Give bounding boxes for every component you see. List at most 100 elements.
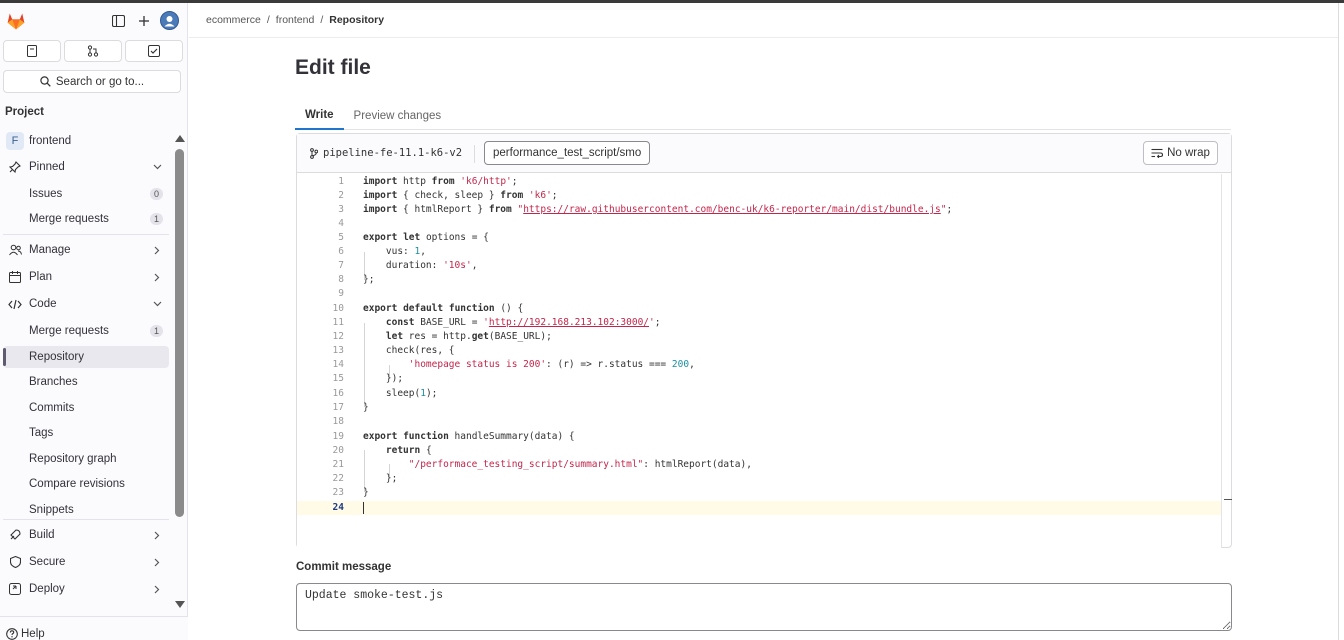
line-number: 8 <box>338 274 344 285</box>
code-line: 4 <box>297 217 1221 231</box>
line-number: 12 <box>332 331 344 342</box>
code-text: import http from 'k6/http'; <box>363 176 518 187</box>
pinned-section-toggle[interactable]: Pinned <box>3 156 169 178</box>
code-text: return { <box>385 445 432 456</box>
sidebar-item-compare-revisions[interactable]: Compare revisions <box>3 473 169 495</box>
project-avatar: F <box>6 132 24 150</box>
soft-wrap-toggle-button[interactable]: No wrap <box>1143 141 1218 165</box>
code-line: 23} <box>297 486 1221 500</box>
line-number: 2 <box>338 190 344 201</box>
sidebar-item-label: Repository graph <box>29 453 117 465</box>
code-text: "/performace_testing_script/summary.html… <box>408 459 752 470</box>
sidebar-item-repository[interactable]: Repository <box>3 346 169 368</box>
breadcrumb-separator: / <box>320 14 324 26</box>
code-line: 15 }); <box>297 372 1221 386</box>
breadcrumb-group[interactable]: ecommerce <box>206 14 261 26</box>
help-button[interactable]: Help <box>6 628 45 640</box>
code-text: }; <box>363 473 398 484</box>
breadcrumb-current[interactable]: Repository <box>329 14 384 26</box>
sidebar-scrollbar[interactable] <box>174 133 185 613</box>
code-text: vus: 1, <box>363 246 426 257</box>
merge-requests-icon[interactable] <box>64 40 122 62</box>
branch-indicator: pipeline-fe-11.1-k6-v2 <box>310 147 462 159</box>
code-line: 3 import { htmlReport } from "https://raw… <box>297 203 1221 217</box>
wrap-icon <box>1151 148 1164 158</box>
sidebar-item-snippets[interactable]: Snippets <box>3 499 169 521</box>
sidebar-item-deploy[interactable]: Deploy <box>3 578 169 600</box>
user-avatar[interactable] <box>160 11 179 30</box>
scroll-position-marker <box>1224 499 1232 500</box>
create-new-icon[interactable] <box>134 12 154 30</box>
sidebar-quick-tabs <box>3 40 183 62</box>
page-right-edge <box>1338 3 1344 640</box>
sidebar-item-label: Build <box>29 529 55 541</box>
sidebar-item-label: Deploy <box>29 583 65 595</box>
sidebar-item-label: Merge requests <box>29 213 109 225</box>
code-text: export let options = { <box>363 232 489 243</box>
code-line: 22 }; <box>297 472 1221 486</box>
project-link[interactable]: F frontend <box>3 130 169 152</box>
sidebar-item-repository-graph[interactable]: Repository graph <box>3 448 169 470</box>
sidebar-item-label: Code <box>29 298 57 310</box>
chevron-right-icon <box>152 270 162 284</box>
code-text: import { htmlReport } from "https://raw.… <box>363 204 953 215</box>
pinned-label: Pinned <box>29 161 65 173</box>
sidebar-item-tags[interactable]: Tags <box>3 422 169 444</box>
line-number: 16 <box>332 388 344 399</box>
issues-count-badge: 0 <box>150 188 163 200</box>
sidebar-item-plan[interactable]: Plan <box>3 266 169 288</box>
code-text: let res = http.get(BASE_URL); <box>385 331 552 342</box>
sidebar-item-commits[interactable]: Commits <box>3 397 169 419</box>
search-icon <box>40 76 51 87</box>
sidebar-item-branches[interactable]: Branches <box>3 371 169 393</box>
search-button[interactable]: Search or go to... <box>3 70 181 93</box>
code-line: 11 const BASE_URL = 'http://192.168.213.… <box>297 316 1221 330</box>
code-line: 18 <box>297 415 1221 429</box>
sidebar-item-label: Secure <box>29 556 66 568</box>
sidebar-item-secure[interactable]: Secure <box>3 551 169 573</box>
code-line: 9 <box>297 287 1221 301</box>
sidebar-item-code[interactable]: Code <box>3 293 169 315</box>
line-number: 14 <box>332 359 344 370</box>
pin-icon <box>8 160 22 174</box>
sidebar-item-build[interactable]: Build <box>3 524 169 546</box>
sidebar-item-manage[interactable]: Manage <box>3 239 169 261</box>
sidebar-item-label: Branches <box>29 376 78 388</box>
tab-write[interactable]: Write <box>295 102 344 130</box>
calendar-icon <box>8 270 22 284</box>
scroll-up-arrow-icon[interactable] <box>175 135 185 142</box>
page-title: Edit file <box>295 56 371 79</box>
todo-list-icon[interactable] <box>125 40 183 62</box>
sidebar-item-pinned-merge-requests[interactable]: Merge requests 1 <box>3 208 169 230</box>
code-editor[interactable]: 1 import http from 'k6/http'; 2 import { c… <box>297 174 1221 548</box>
file-name-input[interactable] <box>484 141 650 165</box>
toggle-sidebar-icon[interactable] <box>108 12 128 30</box>
sidebar-item-merge-requests[interactable]: Merge requests 1 <box>3 320 169 342</box>
scroll-thumb[interactable] <box>175 149 184 517</box>
breadcrumb-project[interactable]: frontend <box>276 14 315 26</box>
commit-message-label: Commit message <box>296 561 392 573</box>
assigned-issues-icon[interactable] <box>3 40 61 62</box>
code-text: export default function () { <box>363 303 524 314</box>
tab-preview-changes[interactable]: Preview changes <box>344 102 452 130</box>
code-line-current: 24 <box>297 501 1221 515</box>
line-number: 13 <box>332 345 344 356</box>
editor-scrollbar[interactable] <box>1221 174 1232 548</box>
code-line: 20 return { <box>297 444 1221 458</box>
code-line: 1 import http from 'k6/http'; <box>297 175 1221 189</box>
editor-tabs: Write Preview changes <box>295 102 1231 130</box>
chevron-right-icon <box>152 555 162 569</box>
file-editor: pipeline-fe-11.1-k6-v2 No wrap 1 import h… <box>296 133 1232 548</box>
sidebar-item-label: Repository <box>29 351 84 363</box>
code-text: import { check, sleep } from 'k6'; <box>363 190 558 201</box>
sidebar-divider <box>3 519 169 520</box>
users-icon <box>8 243 22 257</box>
code-line: 2 import { check, sleep } from 'k6'; <box>297 189 1221 203</box>
line-number: 4 <box>338 218 344 229</box>
gitlab-logo-icon[interactable] <box>6 11 26 31</box>
sidebar-item-issues[interactable]: Issues 0 <box>3 183 169 205</box>
line-number: 15 <box>332 373 344 384</box>
commit-message-field[interactable]: Update smoke-test.js <box>296 583 1232 631</box>
scroll-down-arrow-icon[interactable] <box>175 601 185 608</box>
line-number: 5 <box>338 232 344 243</box>
